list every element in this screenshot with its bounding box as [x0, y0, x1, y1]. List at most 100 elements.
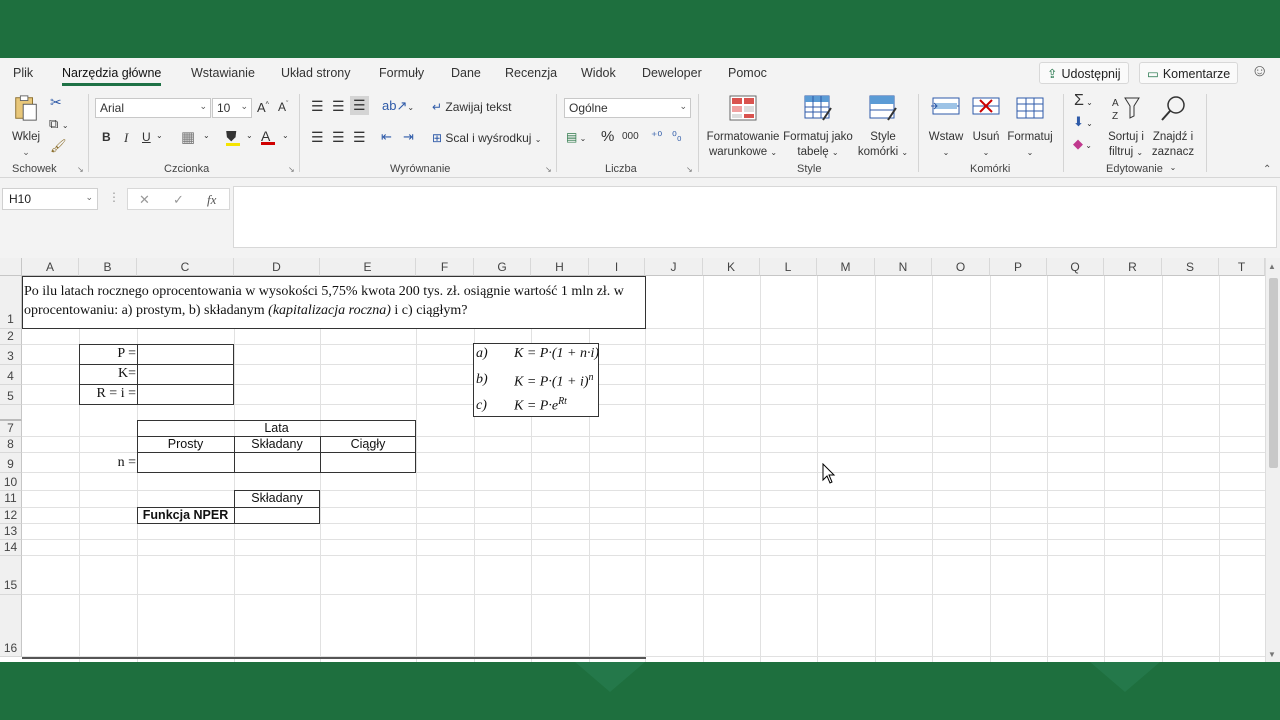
align-middle-icon[interactable]: ☰ [332, 98, 345, 115]
ciagly-header[interactable]: Ciągły [320, 437, 416, 451]
comments-button[interactable]: ▭ Komentarze [1139, 62, 1239, 84]
row-header[interactable]: 8 [0, 437, 22, 453]
row-header[interactable]: 2 [0, 329, 22, 345]
cancel-icon[interactable]: ✕ [139, 192, 150, 208]
decrease-indent-icon[interactable]: ⇤ [381, 129, 392, 145]
scroll-thumb[interactable] [1269, 278, 1278, 468]
row-header[interactable]: 5 [0, 385, 22, 405]
column-header[interactable]: A [22, 258, 79, 276]
wrap-text-button[interactable]: ↵ Zawijaj tekst [432, 100, 511, 114]
prosty-header[interactable]: Prosty [137, 437, 234, 451]
column-header[interactable]: D [234, 258, 320, 276]
skladany-header[interactable]: Składany [234, 437, 320, 451]
percent-button[interactable]: % [601, 128, 614, 145]
column-header[interactable]: C [137, 258, 234, 276]
font-size-select[interactable]: 10 ⌄ [212, 98, 252, 118]
feedback-smiley-icon[interactable]: ☺ [1251, 61, 1268, 81]
align-center-icon[interactable]: ☰ [332, 129, 345, 146]
column-header[interactable]: Q [1047, 258, 1104, 276]
increase-decimal-icon[interactable]: ⁺⁰ [651, 129, 662, 143]
skladany-nper-header[interactable]: Składany [234, 491, 320, 505]
drag-handle-icon[interactable]: ⋮ [108, 190, 120, 204]
font-launcher-icon[interactable]: ↘ [288, 165, 295, 174]
tab-formuly[interactable]: Formuły [379, 66, 424, 80]
tab-dane[interactable]: Dane [451, 66, 481, 80]
row-header[interactable]: 7 [0, 421, 22, 437]
increase-indent-icon[interactable]: ⇥ [403, 129, 414, 145]
increase-font-icon[interactable]: A^ [257, 100, 269, 115]
orientation-icon[interactable]: ab↗⌄ [382, 98, 414, 114]
row-header[interactable]: 13 [0, 524, 22, 540]
format-as-table-button[interactable]: Formatuj jako tabelę ⌄ [782, 94, 854, 160]
k-label[interactable]: K= [80, 366, 136, 382]
collapse-ribbon-icon[interactable]: ⌃ [1263, 164, 1271, 175]
tab-widok[interactable]: Widok [581, 66, 616, 80]
row-header[interactable]: 3 [0, 345, 22, 365]
row-header[interactable]: 16 [0, 595, 22, 657]
n-label[interactable]: n = [80, 455, 136, 471]
align-right-icon[interactable]: ☰ [353, 129, 366, 146]
row-header[interactable]: 4 [0, 365, 22, 385]
row-header[interactable]: 14 [0, 540, 22, 556]
align-bottom-icon[interactable]: ☰ [350, 96, 369, 115]
conditional-formatting-button[interactable]: Formatowanie warunkowe ⌄ [705, 94, 781, 160]
thousands-button[interactable]: 000 [622, 131, 639, 142]
column-header[interactable]: K [703, 258, 760, 276]
font-color-icon[interactable]: A [261, 128, 275, 145]
font-name-select[interactable]: Arial ⌄ [95, 98, 211, 118]
p-label[interactable]: P = [80, 346, 136, 362]
column-header[interactable]: N [875, 258, 932, 276]
tab-deweloper[interactable]: Deweloper [642, 66, 702, 80]
column-header[interactable]: P [990, 258, 1047, 276]
number-format-select[interactable]: Ogólne ⌄ [564, 98, 691, 118]
clipboard-launcher-icon[interactable]: ↘ [77, 165, 84, 174]
row-header[interactable]: 9 [0, 453, 22, 473]
alignment-launcher-icon[interactable]: ↘ [545, 165, 552, 174]
column-header[interactable]: R [1104, 258, 1162, 276]
copy-icon[interactable]: ⧉ ⌄ [49, 116, 69, 132]
fill-icon[interactable]: ⬇ ⌄ [1073, 114, 1093, 130]
chevron-down-icon[interactable]: ⌄ [246, 131, 253, 140]
fill-color-icon[interactable]: ⛊ [226, 128, 240, 146]
insert-cells-button[interactable]: Wstaw ⌄ [926, 94, 966, 160]
vertical-scrollbar[interactable]: ▲ ▼ [1265, 258, 1280, 662]
row-header[interactable]: 11 [0, 491, 22, 508]
autosum-icon[interactable]: Σ ⌄ [1074, 92, 1093, 110]
chevron-down-icon[interactable]: ⌄ [156, 131, 163, 140]
format-painter-icon[interactable]: 🖌 [50, 138, 67, 154]
tab-recenzja[interactable]: Recenzja [505, 66, 557, 80]
tab-plik[interactable]: Plik [13, 66, 33, 80]
clear-icon[interactable]: ◆ ⌄ [1073, 136, 1092, 152]
column-header[interactable]: T [1219, 258, 1265, 276]
r-label[interactable]: R = i = [80, 386, 136, 402]
column-header[interactable]: F [416, 258, 474, 276]
lata-header[interactable]: Lata [137, 421, 416, 435]
merge-center-button[interactable]: ⊞ Scal i wyśrodkuj ⌄ [432, 131, 541, 145]
column-header[interactable]: M [817, 258, 875, 276]
column-header[interactable]: G [474, 258, 531, 276]
formula-input[interactable] [233, 186, 1277, 248]
worksheet-grid[interactable]: A B C D E F G H I J K L M N O P Q R S T [0, 258, 1280, 662]
row-header[interactable]: 12 [0, 508, 22, 524]
tab-wstawianie[interactable]: Wstawianie [191, 66, 255, 80]
align-left-icon[interactable]: ☰ [311, 129, 324, 146]
delete-cells-button[interactable]: Usuń ⌄ [968, 94, 1004, 160]
cell-styles-button[interactable]: Style komórki ⌄ [856, 94, 910, 160]
chevron-down-icon[interactable]: ⌄ [203, 131, 210, 140]
tab-uklad-strony[interactable]: Układ strony [281, 66, 350, 80]
row-header[interactable]: 10 [0, 473, 22, 491]
scroll-up-icon[interactable]: ▲ [1268, 262, 1276, 271]
column-header[interactable]: O [932, 258, 990, 276]
italic-button[interactable]: I [124, 130, 128, 146]
column-header[interactable]: S [1162, 258, 1219, 276]
column-header[interactable]: H [531, 258, 589, 276]
column-header[interactable]: E [320, 258, 416, 276]
number-launcher-icon[interactable]: ↘ [686, 165, 693, 174]
share-button[interactable]: ⇪ Udostępnij [1039, 62, 1129, 84]
enter-icon[interactable]: ✓ [173, 192, 184, 208]
borders-icon[interactable]: ▦ [181, 128, 195, 146]
tab-pomoc[interactable]: Pomoc [728, 66, 767, 80]
decrease-font-icon[interactable]: Aˇ [278, 100, 288, 114]
column-header[interactable]: J [645, 258, 703, 276]
column-header[interactable]: L [760, 258, 817, 276]
